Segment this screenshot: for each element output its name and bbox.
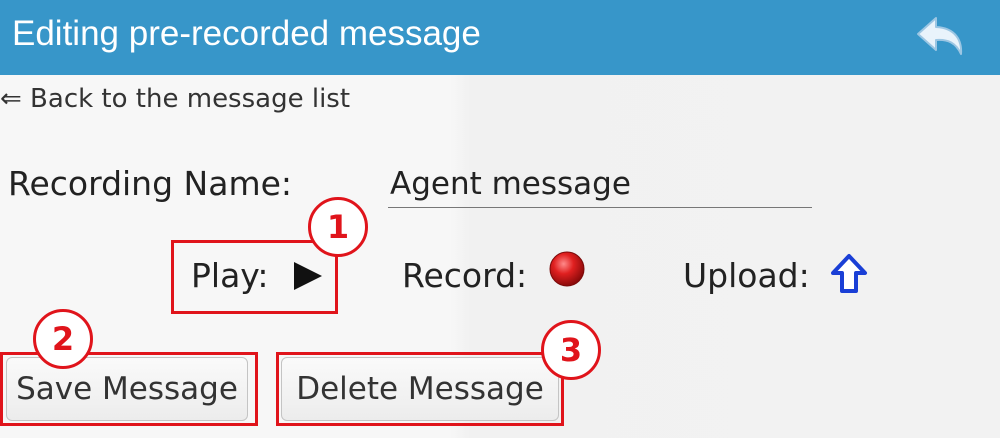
callout-badge-2: 2 [33, 309, 93, 369]
play-label: Play: [191, 256, 269, 295]
callout-badge-1: 1 [308, 197, 368, 257]
record-label: Record: [402, 256, 528, 295]
save-message-button[interactable]: Save Message [6, 357, 248, 421]
upload-label: Upload: [683, 256, 810, 295]
back-to-list-link[interactable]: ⇐ Back to the message list [0, 84, 350, 114]
recording-name-input[interactable] [388, 160, 812, 208]
page-title: Editing pre-recorded message [12, 14, 481, 53]
delete-message-button[interactable]: Delete Message [281, 357, 559, 421]
title-bar: Editing pre-recorded message [0, 0, 1000, 75]
red-record-dot-icon[interactable] [547, 249, 587, 289]
play-triangle-icon[interactable] [290, 258, 326, 294]
undo-arrow-icon[interactable] [914, 14, 968, 60]
recording-name-label: Recording Name: [8, 164, 293, 203]
up-arrow-icon[interactable] [829, 253, 869, 297]
callout-badge-3: 3 [541, 320, 601, 380]
